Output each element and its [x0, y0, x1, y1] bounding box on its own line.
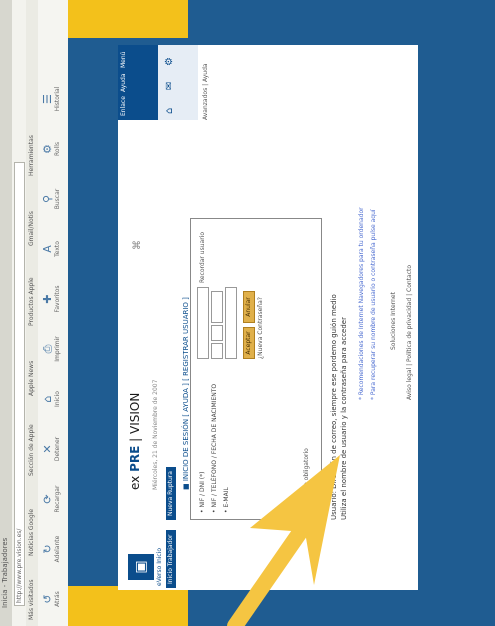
- bookmark-item[interactable]: Noticias Google: [28, 509, 35, 556]
- browser-toolbar: ↺ Atrás ↻ Adelante ⟳ Recargar ✕ Detener ⌂ Ini…: [38, 0, 69, 626]
- stop-icon: ✕: [41, 444, 54, 454]
- right-links[interactable]: Avanzados | Ayuda: [202, 63, 209, 120]
- toolbar-reload-button[interactable]: ⟳ Recargar: [41, 482, 64, 516]
- login-panel: • NIF / DNI (*) • NIF / TELÉFONO / FECHA…: [190, 218, 322, 520]
- reload-icon: ⟳: [41, 494, 54, 504]
- date-month-input[interactable]: [211, 325, 223, 341]
- page-date: Miércoles, 21 de Noviembre de 2007: [152, 379, 159, 490]
- toolbar-label: Buscar: [54, 188, 61, 210]
- title-suffix: | VISION: [128, 392, 142, 442]
- cancel-button[interactable]: Anular: [243, 291, 255, 323]
- mail-icon[interactable]: ✉: [164, 82, 175, 90]
- nif-input[interactable]: [197, 287, 209, 359]
- breadcrumb[interactable]: ■ INICIO DE SESIÓN [ AYUDA ] [ REGISTRAR…: [182, 297, 190, 490]
- history-icon: ☰: [41, 94, 54, 104]
- page-background: ▣ eVerso Inicio Inicio Trabajador Nueva …: [68, 0, 495, 626]
- remember-user[interactable]: Recordar usuario: [199, 232, 206, 283]
- forward-icon: ↻: [41, 544, 54, 554]
- toolbar-history-button[interactable]: ☰ Historial: [41, 82, 64, 116]
- bookmark-item[interactable]: Más visitados: [28, 579, 35, 620]
- toolbar-print-button[interactable]: ⎙ Imprimir: [41, 332, 64, 366]
- toolbar-label: Favoritos: [54, 285, 61, 313]
- back-icon: ↺: [41, 594, 54, 604]
- print-icon: ⎙: [41, 344, 54, 354]
- toolbar-label: Recargar: [54, 485, 61, 513]
- yellow-band-right: [68, 0, 188, 38]
- toolbar-label: Texto: [54, 241, 61, 257]
- toolbar-label: Detener: [54, 436, 61, 462]
- brand-mark-icon: ⌘: [132, 240, 143, 250]
- home-icon: ⌂: [41, 395, 54, 403]
- toolbar-label: Atrás: [54, 591, 61, 607]
- tab-inicio[interactable]: Inicio Trabajador: [166, 530, 176, 588]
- date-day-input[interactable]: [211, 343, 223, 359]
- home-icon[interactable]: ⌂: [164, 108, 175, 114]
- top-right-icons: ⌂ ✉ ⚙: [158, 45, 198, 120]
- footer-links[interactable]: Aviso legal | Política de privacidad | C…: [406, 265, 413, 400]
- accept-button[interactable]: Aceptar: [243, 327, 255, 359]
- text-icon: A: [41, 245, 54, 253]
- toolbar-label: Inicio: [54, 391, 61, 407]
- url-input[interactable]: http://www.pre.vision.es/: [14, 162, 25, 606]
- link-recommendations[interactable]: * Recomendaciones de Internet Navegadore…: [358, 207, 365, 400]
- bookmark-item[interactable]: Sección de Apple: [28, 424, 35, 476]
- address-bar: http://www.pre.vision.es/: [12, 0, 27, 626]
- favorites-icon: ✚: [41, 294, 54, 304]
- forgot-link[interactable]: ¿Nueva Contraseña?: [257, 297, 264, 359]
- bookmark-item[interactable]: Productos Apple: [28, 277, 35, 326]
- required-note: (*) Campo obligatorio: [303, 448, 310, 513]
- toolbar-stop-button[interactable]: ✕ Detener: [41, 432, 64, 466]
- label-fecha: • NIF / TELÉFONO / FECHA DE NACIMIENTO: [211, 383, 218, 513]
- toolbar-label: Imprimir: [54, 336, 61, 362]
- link-recover[interactable]: * Para recuperar su nombre de usuario o …: [370, 209, 377, 400]
- logo-text: eVerso Inicio: [156, 547, 163, 586]
- toolbar-label: Adelante: [54, 535, 61, 563]
- title-prefix: ex: [128, 475, 142, 490]
- toolbar-forward-button[interactable]: ↻ Adelante: [41, 532, 64, 566]
- date-year-input[interactable]: [211, 291, 223, 323]
- bookmark-item[interactable]: Apple News: [28, 361, 35, 396]
- toolbar-home-button[interactable]: ⌂ Inicio: [41, 382, 64, 416]
- tab-enlace[interactable]: Enlace: [120, 96, 127, 116]
- gear-icon: ⚙: [41, 144, 54, 154]
- title-main: PRE: [128, 445, 142, 472]
- label-nif: • NIF / DNI (*): [199, 471, 206, 513]
- bookmark-item[interactable]: Gmail/Notis: [28, 211, 35, 246]
- bookmark-item[interactable]: Herramientas: [28, 135, 35, 176]
- tab-nueva[interactable]: Nueva Ruptura: [166, 467, 176, 520]
- toolbar-search-button[interactable]: ⚲ Buscar: [41, 182, 64, 216]
- label-email: • E-MAIL: [223, 487, 230, 513]
- toolbar-favorites-button[interactable]: ✚ Favoritos: [41, 282, 64, 316]
- yellow-band-left: [68, 586, 188, 626]
- search-icon: ⚲: [41, 194, 54, 204]
- email-input[interactable]: [225, 287, 237, 359]
- toolbar-back-button[interactable]: ↺ Atrás: [41, 582, 64, 616]
- screenshot-scene: Inicia - Trabajadores http://www.pre.vis…: [0, 0, 495, 626]
- top-right-tabs: Enlace Ayuda Menú: [118, 45, 158, 120]
- page-title: ex PRE | VISION: [128, 393, 142, 490]
- settings-icon[interactable]: ⚙: [164, 57, 175, 66]
- window-title: Inicia - Trabajadores: [1, 537, 9, 608]
- browser-window: Inicia - Trabajadores http://www.pre.vis…: [0, 0, 495, 626]
- toolbar-label: Rolls: [54, 141, 61, 157]
- info-message-2: Utiliza el nombre de usuario y la contra…: [340, 317, 348, 520]
- site-logo-icon[interactable]: ▣: [128, 554, 154, 580]
- toolbar-settings-button[interactable]: ⚙ Rolls: [41, 132, 64, 166]
- page-content: ▣ eVerso Inicio Inicio Trabajador Nueva …: [118, 45, 418, 590]
- toolbar-label: Historial: [54, 86, 61, 112]
- tab-ayuda[interactable]: Ayuda: [120, 73, 127, 92]
- toolbar-text-button[interactable]: A Texto: [41, 232, 64, 266]
- tab-menu[interactable]: Menú: [120, 52, 127, 68]
- info-message: Usuario: Dirección de correo, siempre es…: [330, 294, 338, 520]
- footer-brand: Soluciones Internet: [390, 292, 397, 350]
